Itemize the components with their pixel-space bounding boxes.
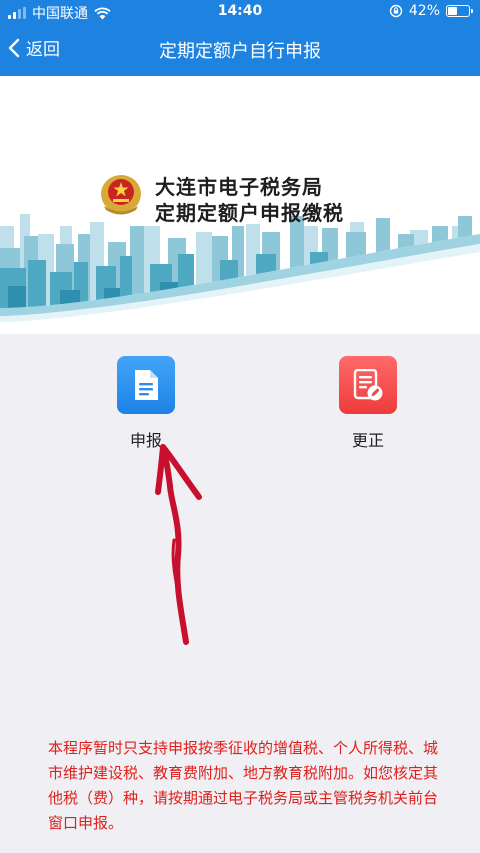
banner: 大连市电子税务局 定期定额户申报缴税 bbox=[0, 76, 480, 334]
battery-percent: 42% bbox=[408, 3, 440, 19]
nav-bar: 返回 定期定额户自行申报 bbox=[0, 24, 480, 76]
battery-icon bbox=[446, 5, 473, 17]
correct-button[interactable]: 更正 bbox=[308, 356, 428, 451]
status-right: 42% bbox=[389, 3, 473, 19]
notice-text: 本程序暂时只支持申报按季征收的增值税、个人所得税、城市维护建设税、教育费附加、地… bbox=[48, 739, 439, 832]
declare-button[interactable]: 申报 bbox=[86, 356, 206, 451]
correct-label: 更正 bbox=[351, 431, 384, 450]
top-bar: 中国联通 14:40 42% 返回 定期定额户自行申报 bbox=[0, 0, 480, 76]
edit-document-icon bbox=[353, 369, 383, 401]
banner-line-2: 定期定额户申报缴税 bbox=[155, 201, 344, 225]
tax-emblem-icon bbox=[101, 175, 141, 215]
document-icon bbox=[135, 370, 158, 400]
correct-tile[interactable] bbox=[339, 356, 397, 414]
banner-line-1: 大连市电子税务局 bbox=[155, 175, 323, 199]
declare-tile[interactable] bbox=[117, 356, 175, 414]
declare-label: 申报 bbox=[129, 431, 162, 450]
status-bar: 中国联通 14:40 42% bbox=[0, 0, 480, 24]
banner-title: 大连市电子税务局 定期定额户申报缴税 bbox=[155, 174, 344, 226]
orientation-lock-icon bbox=[389, 4, 403, 18]
page-title: 定期定额户自行申报 bbox=[159, 41, 321, 62]
